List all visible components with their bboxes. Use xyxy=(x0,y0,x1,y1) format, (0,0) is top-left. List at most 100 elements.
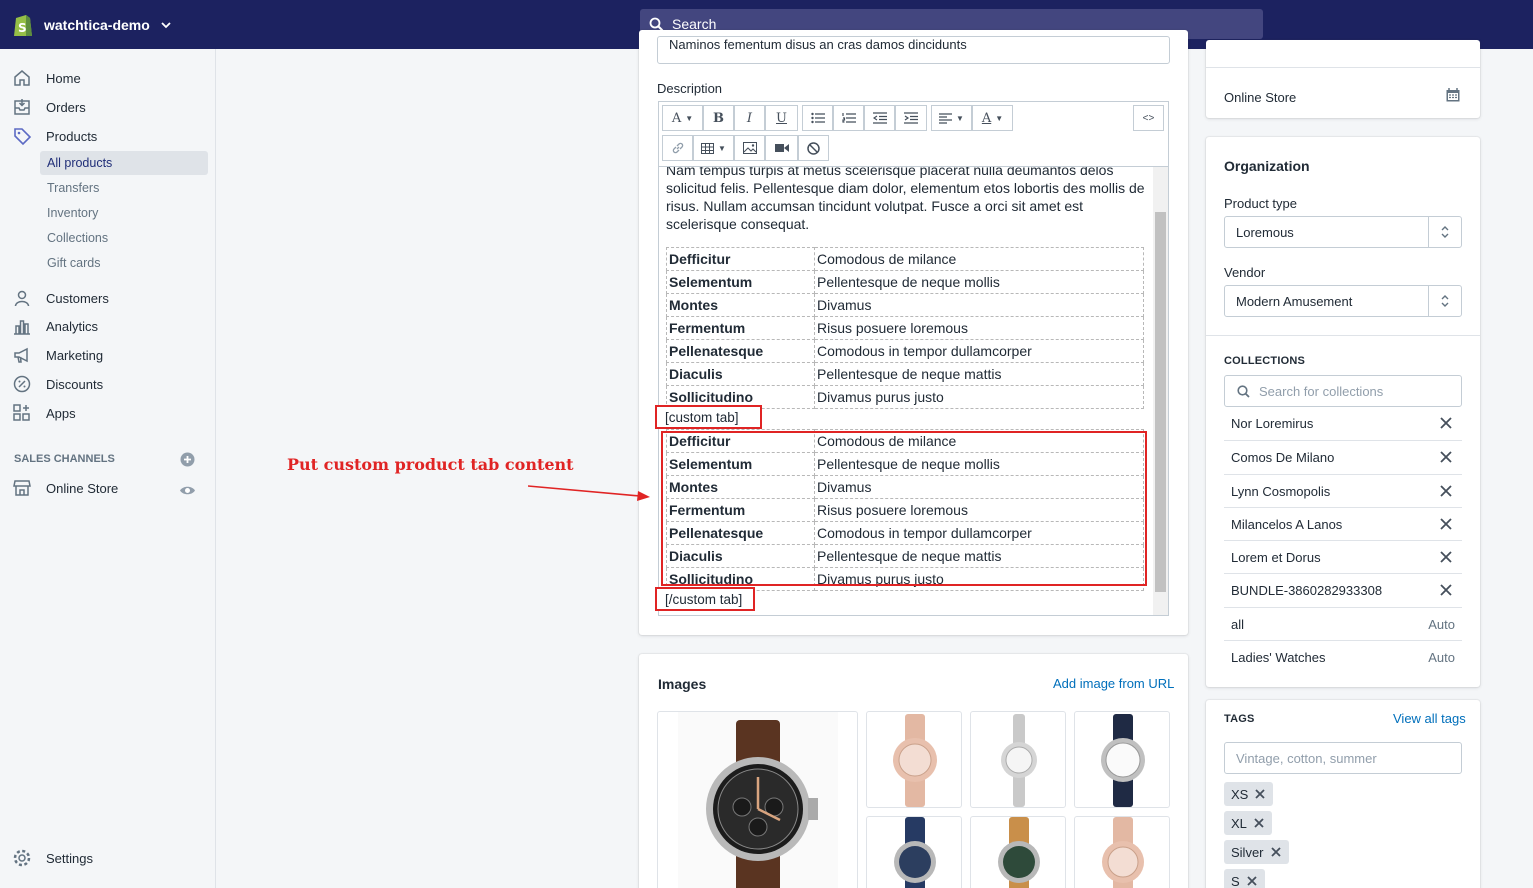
tags-placeholder: Vintage, cotton, summer xyxy=(1236,750,1377,766)
remove-collection-icon[interactable] xyxy=(1439,583,1453,597)
organization-heading: Organization xyxy=(1224,158,1310,174)
calendar-icon[interactable] xyxy=(1446,88,1460,102)
remove-collection-icon[interactable] xyxy=(1439,416,1453,430)
insert-video-button[interactable] xyxy=(765,135,798,161)
collection-name: BUNDLE-3860282933308 xyxy=(1231,582,1383,598)
nav-customers[interactable]: Customers xyxy=(12,286,109,310)
store-name: watchtica-demo xyxy=(44,17,150,33)
insert-image-button[interactable] xyxy=(734,135,765,161)
spec-value-cell: Comodous de milance xyxy=(814,247,1144,271)
product-image-2[interactable] xyxy=(866,711,962,808)
add-channel-icon[interactable] xyxy=(180,452,195,467)
tag-label: XS xyxy=(1231,786,1249,802)
collection-name: Milancelos A Lanos xyxy=(1231,516,1343,532)
sidebar-item-all-products[interactable]: All products xyxy=(40,151,208,175)
sidebar-item-gift-cards[interactable]: Gift cards xyxy=(40,251,208,275)
numbered-list-button[interactable] xyxy=(833,105,864,131)
nav-products-label: Products xyxy=(46,128,98,144)
home-icon xyxy=(14,70,30,86)
tags-input[interactable]: Vintage, cotton, summer xyxy=(1224,742,1462,774)
sales-channel-card xyxy=(1206,40,1480,118)
remove-tag-icon[interactable] xyxy=(1270,846,1282,858)
tag-pill: XL xyxy=(1224,811,1272,835)
outdent-button[interactable] xyxy=(864,105,895,131)
font-glyph: A xyxy=(671,110,682,126)
product-image-6[interactable] xyxy=(970,816,1066,888)
sidebar-item-collections[interactable]: Collections xyxy=(40,226,208,250)
remove-tag-icon[interactable] xyxy=(1254,788,1266,800)
product-image-4[interactable] xyxy=(1074,711,1170,808)
collection-name: Comos De Milano xyxy=(1231,449,1335,465)
text-color-button[interactable]: A ▼ xyxy=(972,105,1013,131)
view-all-tags-link[interactable]: View all tags xyxy=(1393,711,1466,726)
remove-collection-icon[interactable] xyxy=(1439,450,1453,464)
custom-tab-highlight xyxy=(661,431,1147,586)
nav-online-store[interactable]: Online Store xyxy=(12,476,118,500)
tag-pill: S xyxy=(1224,869,1265,888)
link-icon xyxy=(672,142,683,154)
sidebar-item-inventory[interactable]: Inventory xyxy=(40,201,208,225)
tags-heading: TAGS xyxy=(1224,713,1255,725)
product-image-7[interactable] xyxy=(1074,816,1170,888)
product-image-5[interactable] xyxy=(866,816,962,888)
collection-item: Nor Loremirus xyxy=(1224,407,1462,440)
clear-format-button[interactable] xyxy=(798,135,829,161)
font-button[interactable]: A ▼ xyxy=(662,105,703,131)
table-button[interactable]: ▼ xyxy=(693,135,734,161)
html-view-button[interactable]: <> xyxy=(1133,105,1164,131)
collections-placeholder: Search for collections xyxy=(1259,383,1384,399)
annotation-arrow-icon xyxy=(528,485,650,501)
image-icon xyxy=(742,142,757,154)
nav-customers-label: Customers xyxy=(46,290,109,306)
svg-text:S: S xyxy=(18,21,27,35)
product-image-main[interactable] xyxy=(657,711,858,888)
indent-button[interactable] xyxy=(895,105,927,131)
align-button[interactable]: ▼ xyxy=(931,105,972,131)
search-icon xyxy=(1237,384,1250,398)
nav-analytics[interactable]: Analytics xyxy=(12,314,98,338)
link-button[interactable] xyxy=(662,135,693,161)
text-color-glyph: A xyxy=(981,110,992,126)
tag-icon xyxy=(14,128,32,146)
sidebar: Home Orders Products All products Transf… xyxy=(0,49,216,888)
product-type-select[interactable]: Loremous xyxy=(1224,216,1462,248)
collections-search-input[interactable]: Search for collections xyxy=(1224,375,1462,407)
eye-icon[interactable] xyxy=(179,482,196,499)
underline-button[interactable]: U xyxy=(765,105,798,131)
title-field[interactable]: Naminos fementum disus an cras damos din… xyxy=(657,36,1170,64)
spec-table: Defficitur Comodous de milance Selementum P… xyxy=(666,247,1144,409)
italic-button[interactable]: I xyxy=(734,105,765,131)
caret-down-icon: ▼ xyxy=(718,143,726,153)
custom-tab-open-marker: [custom tab] xyxy=(655,405,762,429)
add-image-from-url-link[interactable]: Add image from URL xyxy=(1053,676,1174,691)
table-icon xyxy=(701,142,715,154)
nav-products[interactable]: Products xyxy=(12,124,97,148)
tag-pill: Silver xyxy=(1224,840,1289,864)
nav-apps-label: Apps xyxy=(46,405,76,421)
collection-auto-badge: Auto xyxy=(1428,616,1455,632)
gear-icon xyxy=(13,849,31,867)
nav-apps[interactable]: Apps xyxy=(12,401,76,425)
bullet-list-button[interactable] xyxy=(802,105,833,131)
sidebar-item-transfers[interactable]: Transfers xyxy=(40,176,208,200)
editor-scrollbar[interactable] xyxy=(1153,167,1168,615)
sales-channels-heading: SALES CHANNELS xyxy=(14,453,115,465)
remove-collection-icon[interactable] xyxy=(1439,484,1453,498)
remove-tag-icon[interactable] xyxy=(1246,875,1258,887)
remove-collection-icon[interactable] xyxy=(1439,517,1453,531)
bold-button[interactable]: B xyxy=(703,105,734,131)
vendor-select[interactable]: Modern Amusement xyxy=(1224,285,1462,317)
select-arrows-icon xyxy=(1428,286,1461,316)
collection-auto-badge: Auto xyxy=(1428,649,1455,665)
store-switcher[interactable]: S watchtica-demo xyxy=(12,12,172,38)
remove-tag-icon[interactable] xyxy=(1253,817,1265,829)
nav-home[interactable]: Home xyxy=(12,66,81,90)
nav-discounts[interactable]: Discounts xyxy=(12,372,103,396)
nav-marketing[interactable]: Marketing xyxy=(12,343,103,367)
tag-label: XL xyxy=(1231,815,1247,831)
nav-settings[interactable]: Settings xyxy=(12,846,93,870)
product-image-3[interactable] xyxy=(970,711,1066,808)
scrollbar-thumb[interactable] xyxy=(1155,212,1166,592)
remove-collection-icon[interactable] xyxy=(1439,550,1453,564)
nav-orders[interactable]: Orders xyxy=(12,95,86,119)
